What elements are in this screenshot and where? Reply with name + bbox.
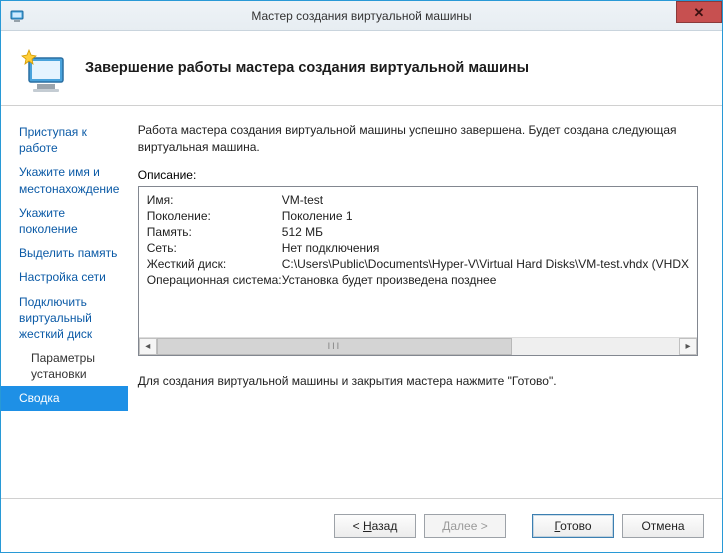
summary-key: Жесткий диск: <box>147 257 282 271</box>
cancel-button[interactable]: Отмена <box>622 514 704 538</box>
titlebar: Мастер создания виртуальной машины ✕ <box>1 1 722 31</box>
close-icon: ✕ <box>694 6 705 19</box>
step-getting-started[interactable]: Приступая к работе <box>1 120 128 160</box>
summary-row-name: Имя: VM-test <box>147 193 689 207</box>
summary-value: Установка будет произведена позднее <box>282 273 497 287</box>
summary-value: Нет подключения <box>282 241 380 255</box>
summary-key: Операционная система: <box>147 273 282 287</box>
summary-key: Сеть: <box>147 241 282 255</box>
scroll-right-arrow-icon[interactable]: ▸ <box>679 338 697 355</box>
close-button[interactable]: ✕ <box>676 1 722 23</box>
summary-row-memory: Память: 512 МБ <box>147 225 689 239</box>
next-button: Далее > <box>424 514 506 538</box>
description-label: Описание: <box>138 168 698 182</box>
summary-row-os: Операционная система: Установка будет пр… <box>147 273 689 287</box>
summary-value: 512 МБ <box>282 225 323 239</box>
horizontal-scrollbar[interactable]: ◂ III ▸ <box>139 337 697 355</box>
app-icon <box>9 8 25 24</box>
intro-text: Работа мастера создания виртуальной маши… <box>138 122 698 156</box>
page-title: Завершение работы мастера создания вирту… <box>85 60 529 76</box>
step-summary[interactable]: Сводка <box>1 386 128 410</box>
summary-row-network: Сеть: Нет подключения <box>147 241 689 255</box>
finish-button[interactable]: Готово <box>532 514 614 538</box>
wizard-steps-sidebar: Приступая к работе Укажите имя и местона… <box>1 106 128 498</box>
summary-key: Поколение: <box>147 209 282 223</box>
summary-row-disk: Жесткий диск: C:\Users\Public\Documents\… <box>147 257 689 271</box>
scroll-left-arrow-icon[interactable]: ◂ <box>139 338 157 355</box>
step-generation[interactable]: Укажите поколение <box>1 201 128 241</box>
step-memory[interactable]: Выделить память <box>1 241 128 265</box>
finish-hint: Для создания виртуальной машины и закрыт… <box>138 374 698 388</box>
wizard-header: Завершение работы мастера создания вирту… <box>1 31 722 106</box>
wizard-window: Мастер создания виртуальной машины ✕ Зав… <box>0 0 723 553</box>
wizard-icon <box>19 44 67 92</box>
scroll-thumb[interactable]: III <box>157 338 512 355</box>
step-install-options[interactable]: Параметры установки <box>1 346 128 386</box>
summary-key: Память: <box>147 225 282 239</box>
summary-value: C:\Users\Public\Documents\Hyper-V\Virtua… <box>282 257 689 271</box>
scroll-track[interactable]: III <box>157 338 679 355</box>
description-box: Имя: VM-test Поколение: Поколение 1 Памя… <box>138 186 698 356</box>
step-name-location[interactable]: Укажите имя и местонахождение <box>1 160 128 200</box>
step-network[interactable]: Настройка сети <box>1 265 128 289</box>
wizard-content: Работа мастера создания виртуальной маши… <box>128 106 722 498</box>
back-button[interactable]: < Назад <box>334 514 416 538</box>
wizard-footer: < Назад Далее > Готово Отмена <box>1 498 722 552</box>
description-content: Имя: VM-test Поколение: Поколение 1 Памя… <box>139 187 697 337</box>
summary-key: Имя: <box>147 193 282 207</box>
summary-value: Поколение 1 <box>282 209 353 223</box>
summary-row-generation: Поколение: Поколение 1 <box>147 209 689 223</box>
summary-value: VM-test <box>282 193 323 207</box>
step-vhd[interactable]: Подключить виртуальный жесткий диск <box>1 290 128 347</box>
wizard-body: Приступая к работе Укажите имя и местона… <box>1 106 722 498</box>
window-title: Мастер создания виртуальной машины <box>1 9 722 23</box>
